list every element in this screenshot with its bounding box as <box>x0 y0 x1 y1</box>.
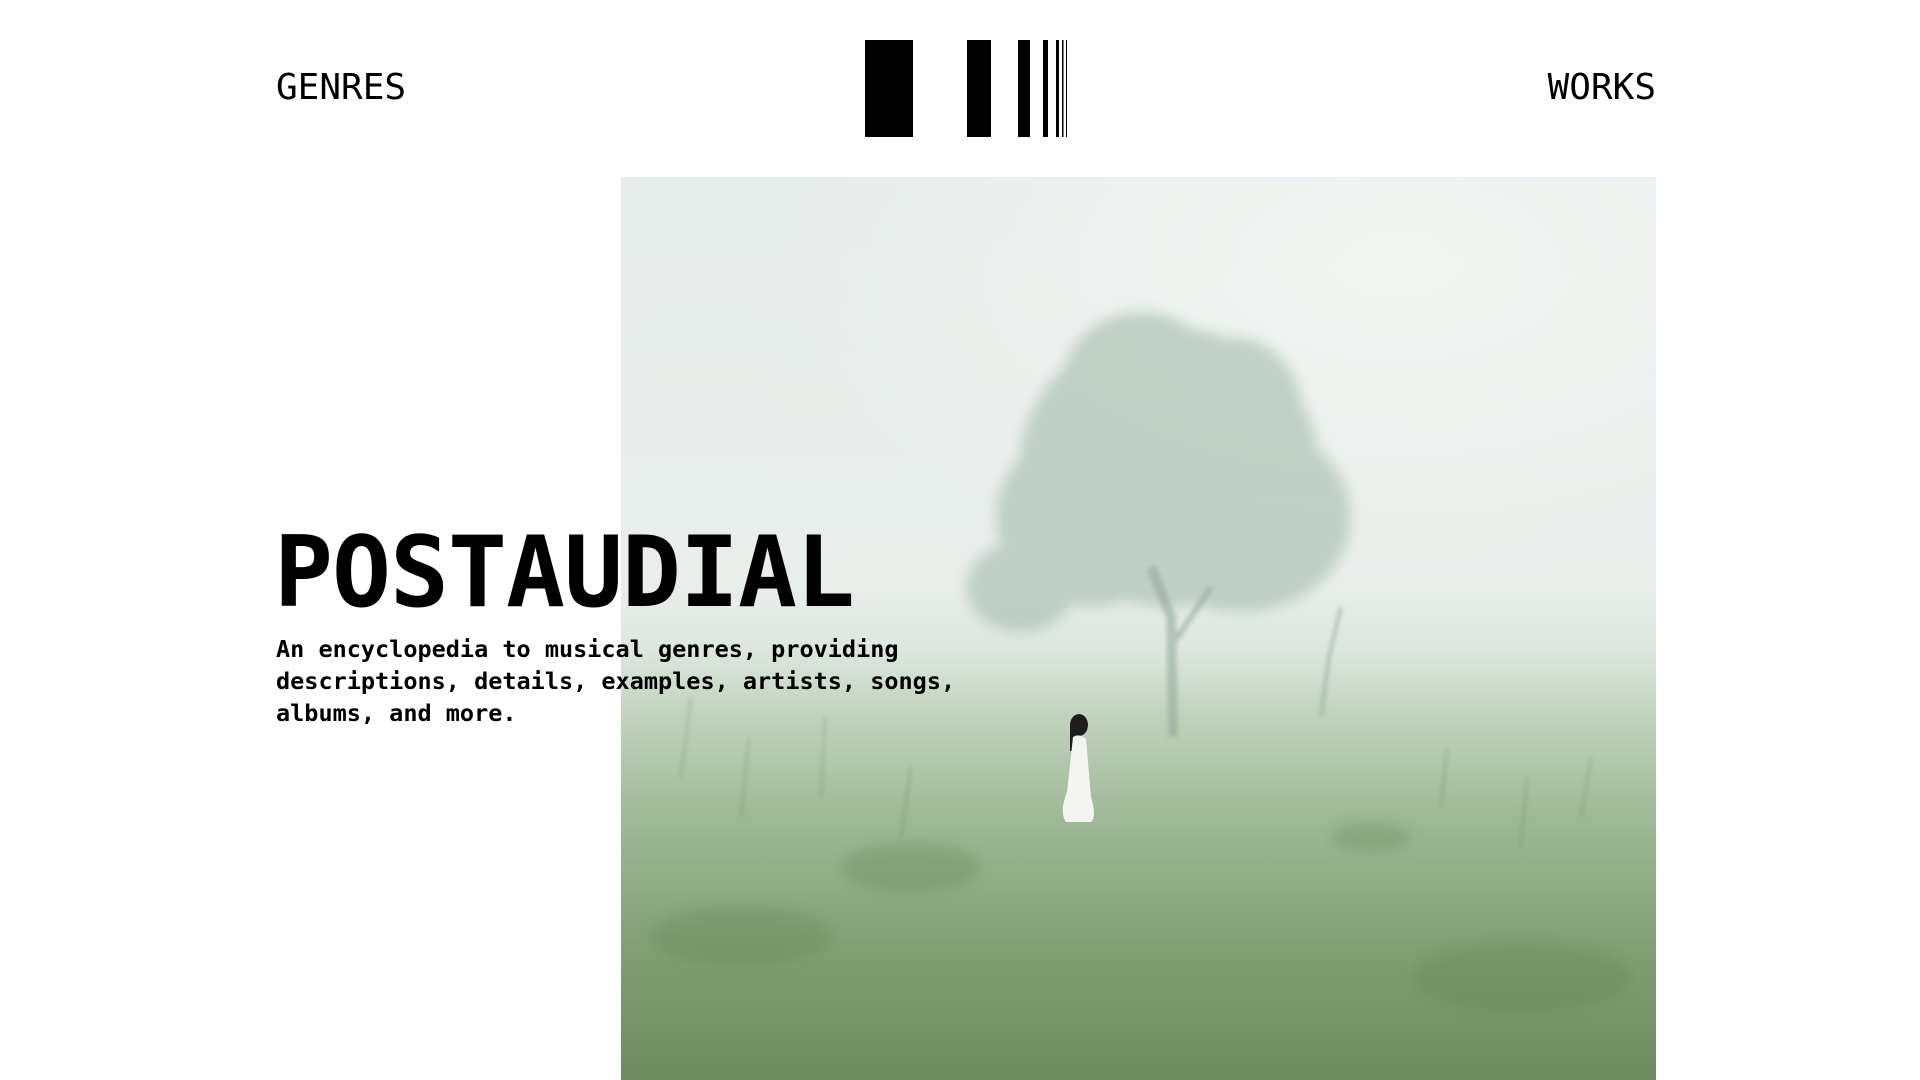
nav-works-link[interactable]: WORKS <box>1548 68 1656 108</box>
page-title: POSTAUDIAL <box>274 516 855 630</box>
barcode-logo-icon[interactable] <box>865 40 1071 137</box>
nav-genres-link[interactable]: GENRES <box>276 68 406 108</box>
site-description: An encyclopedia to musical genres, provi… <box>276 635 956 727</box>
